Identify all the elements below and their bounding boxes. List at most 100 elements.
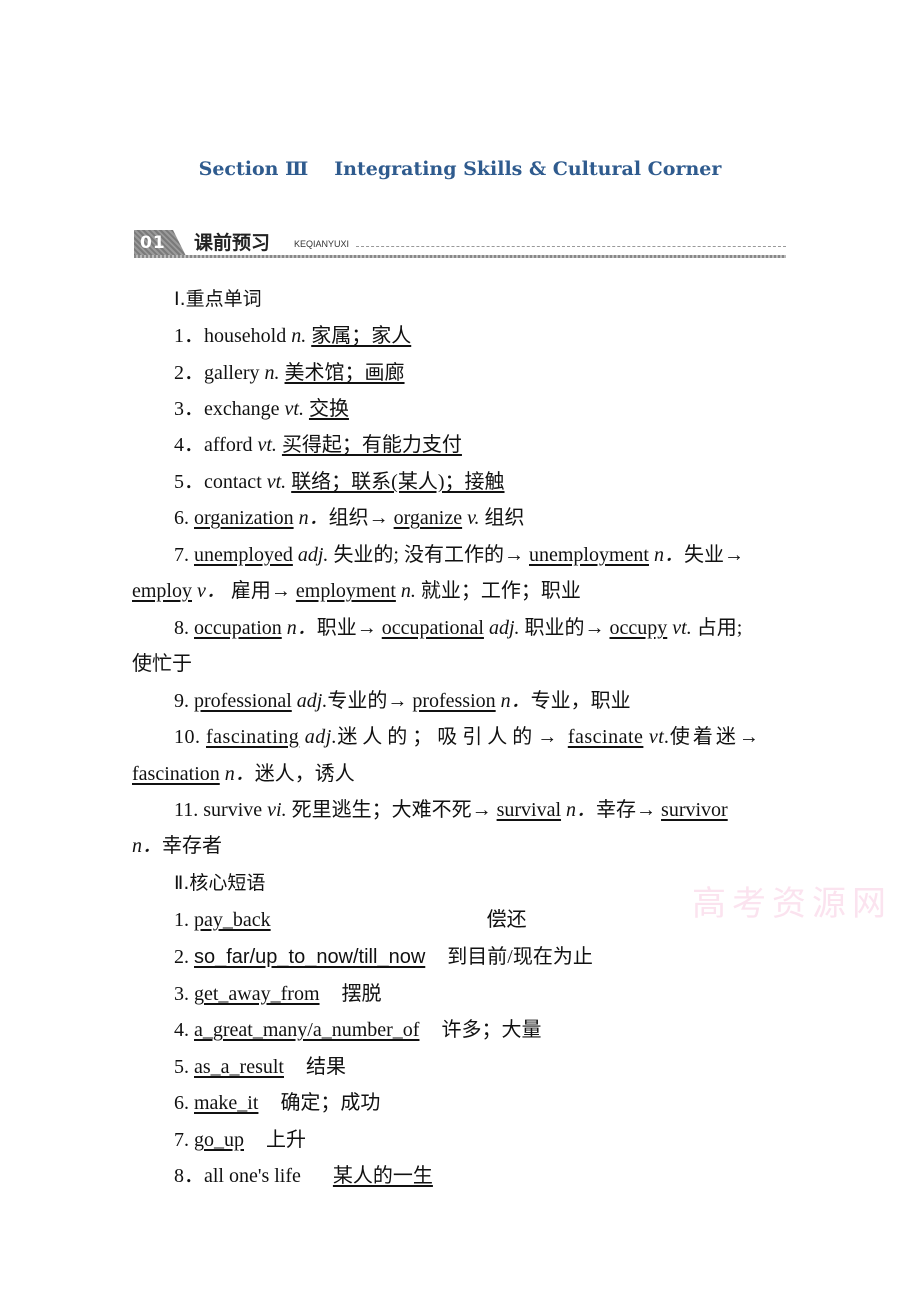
meaning-text: 许多；大量 <box>441 1019 542 1041</box>
answer-text: 某人的一生 <box>332 1165 433 1187</box>
part2-heading: Ⅱ.核心短语 <box>174 872 266 894</box>
part-of-speech: n. <box>291 325 307 347</box>
vocab-item-continued: employ v． 雇用→ employment n. 就业；工作；职业 <box>132 578 581 604</box>
phrase-item: 7. go_up 上升 <box>174 1127 306 1153</box>
meaning-text: 失业的; 没有工作的→ <box>333 544 524 566</box>
answer-text: organization <box>194 507 294 529</box>
item-number: 5． <box>174 471 204 493</box>
meaning-text: 上升 <box>266 1129 306 1151</box>
meaning-text: 死里逃生；大难不死→ <box>291 799 492 821</box>
answer-text: so_far/up_to_now/till_now <box>194 946 426 968</box>
answer-text: a_great_many/a_number_of <box>194 1019 420 1041</box>
page-title: Section Ⅲ Integrating Skills & Cultural C… <box>0 158 920 180</box>
vocab-word: contact <box>204 471 262 493</box>
part-of-speech: vt. <box>284 398 304 420</box>
phrase-item: 6. make_it 确定；成功 <box>174 1090 380 1116</box>
meaning-text: 幸存者 <box>162 835 222 857</box>
part-of-speech: adj. <box>304 726 338 748</box>
vocab-item: 6. organization n．组织→ organize v. 组织 <box>174 505 525 531</box>
part-of-speech: adj. <box>296 690 328 712</box>
vocab-item: 8. occupation n．职业→ occupational adj. 职业… <box>174 615 742 641</box>
item-number: 11. <box>174 799 199 821</box>
meaning-text: 结果 <box>305 1056 346 1078</box>
answer-text: 买得起；有能力支付 <box>281 434 462 456</box>
vocab-item: 5．contact vt. 联络；联系(某人)；接触 <box>174 469 505 495</box>
banner-title: 课前预习 <box>194 232 271 254</box>
item-number: 3. <box>174 983 189 1005</box>
answer-text: occupational <box>381 617 484 639</box>
part-of-speech: adj. <box>488 617 520 639</box>
meaning-text: 失业→ <box>683 544 744 566</box>
answer-text: go_up <box>194 1129 244 1151</box>
item-number: 6. <box>174 507 189 529</box>
part-of-speech: vt. <box>257 434 277 456</box>
part-of-speech: n． <box>286 617 317 639</box>
vocab-item-continued: 使忙于 <box>132 653 192 675</box>
part-of-speech: n． <box>653 544 684 566</box>
item-number: 2. <box>174 946 189 968</box>
meaning-text: 偿还 <box>486 909 527 931</box>
answer-text: make_it <box>194 1092 259 1114</box>
item-number: 5. <box>174 1056 189 1078</box>
meaning-text: 雇用→ <box>230 580 291 602</box>
meaning-text: 摆脱 <box>341 983 382 1005</box>
item-number: 9. <box>174 690 189 712</box>
part-of-speech: vi. <box>267 799 287 821</box>
answer-text: unemployed <box>194 544 293 566</box>
part-of-speech: vt. <box>266 471 287 493</box>
item-number: 6. <box>174 1092 189 1114</box>
part-of-speech: n． <box>132 835 162 857</box>
meaning-text: 专业的→ <box>327 690 408 712</box>
banner-number-badge: 01 <box>134 230 186 256</box>
meaning-text: 使着迷→ <box>669 726 762 748</box>
banner-underline <box>134 255 786 258</box>
meaning-text: 就业；工作；职业 <box>420 580 581 602</box>
answer-text: pay_back <box>194 909 271 931</box>
vocab-item: 11. survive vi. 死里逃生；大难不死→ survival n．幸存… <box>174 797 728 823</box>
answer-text: organize <box>393 507 463 529</box>
vocab-item: 7. unemployed adj. 失业的; 没有工作的→ unemploym… <box>174 542 744 568</box>
answer-text: 交换 <box>308 398 349 420</box>
meaning-text: 占用; <box>696 617 743 639</box>
answer-text: professional <box>194 690 292 712</box>
answer-text: fascinating <box>206 726 300 748</box>
vocab-item-continued: n．幸存者 <box>132 833 222 859</box>
section-title: Integrating Skills & Cultural Corner <box>334 158 722 180</box>
item-number: 1. <box>174 909 189 931</box>
watermark: 高考资源网 <box>692 884 892 924</box>
answer-text: as_a_result <box>194 1056 284 1078</box>
vocab-item: 2．gallery n. 美术馆；画廊 <box>174 360 405 386</box>
part-of-speech: n. <box>264 362 280 384</box>
vocab-item: 10. fascinating adj.迷人的；吸引人的→ fascinate … <box>174 724 762 750</box>
answer-text: employment <box>295 580 396 602</box>
vocab-item: 3．exchange vt. 交换 <box>174 396 349 422</box>
vocab-item: 9. professional adj.专业的→ profession n．专业… <box>174 688 631 714</box>
vocab-item: 4．afford vt. 买得起；有能力支付 <box>174 432 462 458</box>
part-of-speech: n. <box>400 580 416 602</box>
vocab-word: exchange <box>204 398 280 420</box>
meaning-text: 专业，职业 <box>530 690 631 712</box>
part-of-speech: n． <box>224 763 255 785</box>
phrase-item: 2. so_far/up_to_now/till_now 到目前/现在为止 <box>174 944 593 970</box>
answer-text: get_away_from <box>194 983 320 1005</box>
item-number: 8. <box>174 617 189 639</box>
phrase-item: 3. get_away_from 摆脱 <box>174 981 382 1007</box>
item-number: 7. <box>174 544 189 566</box>
item-number: 4． <box>174 434 204 456</box>
vocab-word: gallery <box>204 362 260 384</box>
item-number: 4. <box>174 1019 189 1041</box>
phrase-item: 5. as_a_result 结果 <box>174 1054 346 1080</box>
item-number: 3． <box>174 398 204 420</box>
item-number: 1． <box>174 325 204 347</box>
meaning-text: 职业的→ <box>524 617 605 639</box>
vocab-word: survive <box>203 799 263 821</box>
vocab-word: afford <box>204 434 253 456</box>
item-number: 7. <box>174 1129 189 1151</box>
banner-dashed-divider <box>356 246 786 247</box>
part1-heading: Ⅰ.重点单词 <box>174 288 262 310</box>
item-number: 2． <box>174 362 204 384</box>
meaning-text: 职业→ <box>316 617 377 639</box>
answer-text: fascination <box>132 763 220 785</box>
part-of-speech: adj. <box>297 544 329 566</box>
meaning-text: 组织→ <box>328 507 389 529</box>
